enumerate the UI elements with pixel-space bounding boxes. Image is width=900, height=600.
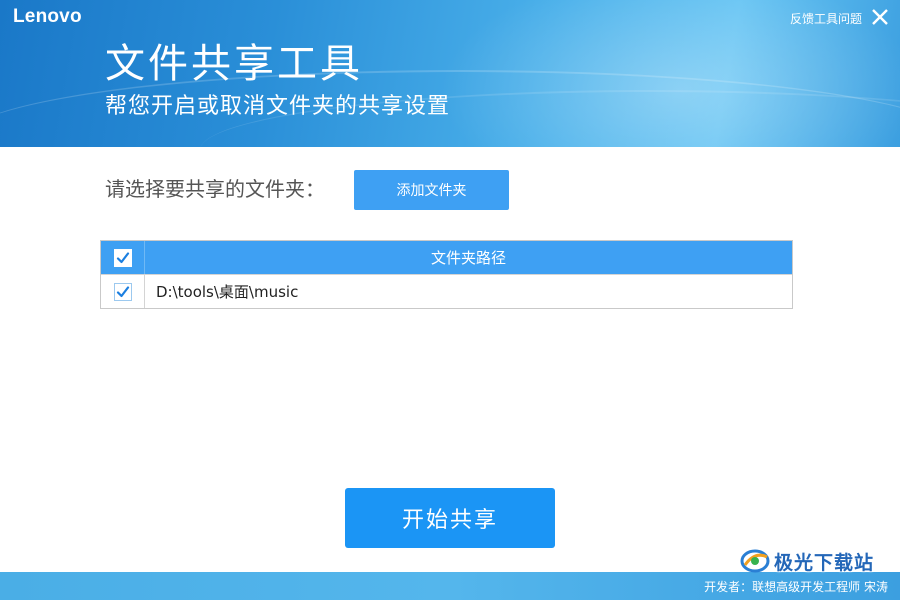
close-button[interactable] <box>870 7 890 27</box>
row-check-cell <box>101 275 145 308</box>
lenovo-logo: Lenovo <box>13 6 82 27</box>
folder-table: 文件夹路径 D:\tools\桌面\music <box>100 240 793 309</box>
add-folder-button[interactable]: 添加文件夹 <box>354 170 509 210</box>
file-share-tool-window: Lenovo 反馈工具问题 文件共享工具 帮您开启或取消文件夹的共享设置 请选择… <box>0 0 900 600</box>
watermark: 极光下载站 <box>740 546 900 576</box>
watermark-text: 极光下载站 <box>774 551 875 574</box>
page-title: 文件共享工具 <box>105 41 363 87</box>
close-icon <box>872 9 888 25</box>
page-subtitle: 帮您开启或取消文件夹的共享设置 <box>105 94 451 119</box>
folder-path: D:\tools\桌面\music <box>156 283 299 301</box>
aurora-logo-icon <box>740 549 770 573</box>
footer-bar: 开发者：联想高级开发工程师 宋涛 <box>0 572 900 600</box>
start-sharing-button[interactable]: 开始共享 <box>345 488 555 548</box>
check-icon <box>116 285 129 297</box>
select-folder-label: 请选择要共享的文件夹： <box>105 177 325 201</box>
select-all-checkbox[interactable] <box>113 248 132 267</box>
header-check-cell <box>101 241 145 274</box>
table-header: 文件夹路径 <box>101 241 792 274</box>
developer-credit: 开发者：联想高级开发工程师 宋涛 <box>704 580 888 594</box>
row-checkbox[interactable] <box>113 282 132 301</box>
table-row: D:\tools\桌面\music <box>101 274 792 308</box>
check-icon <box>116 251 129 263</box>
column-header-path: 文件夹路径 <box>430 249 506 267</box>
feedback-link[interactable]: 反馈工具问题 <box>790 10 862 27</box>
header-banner: Lenovo 反馈工具问题 文件共享工具 帮您开启或取消文件夹的共享设置 <box>0 0 900 147</box>
